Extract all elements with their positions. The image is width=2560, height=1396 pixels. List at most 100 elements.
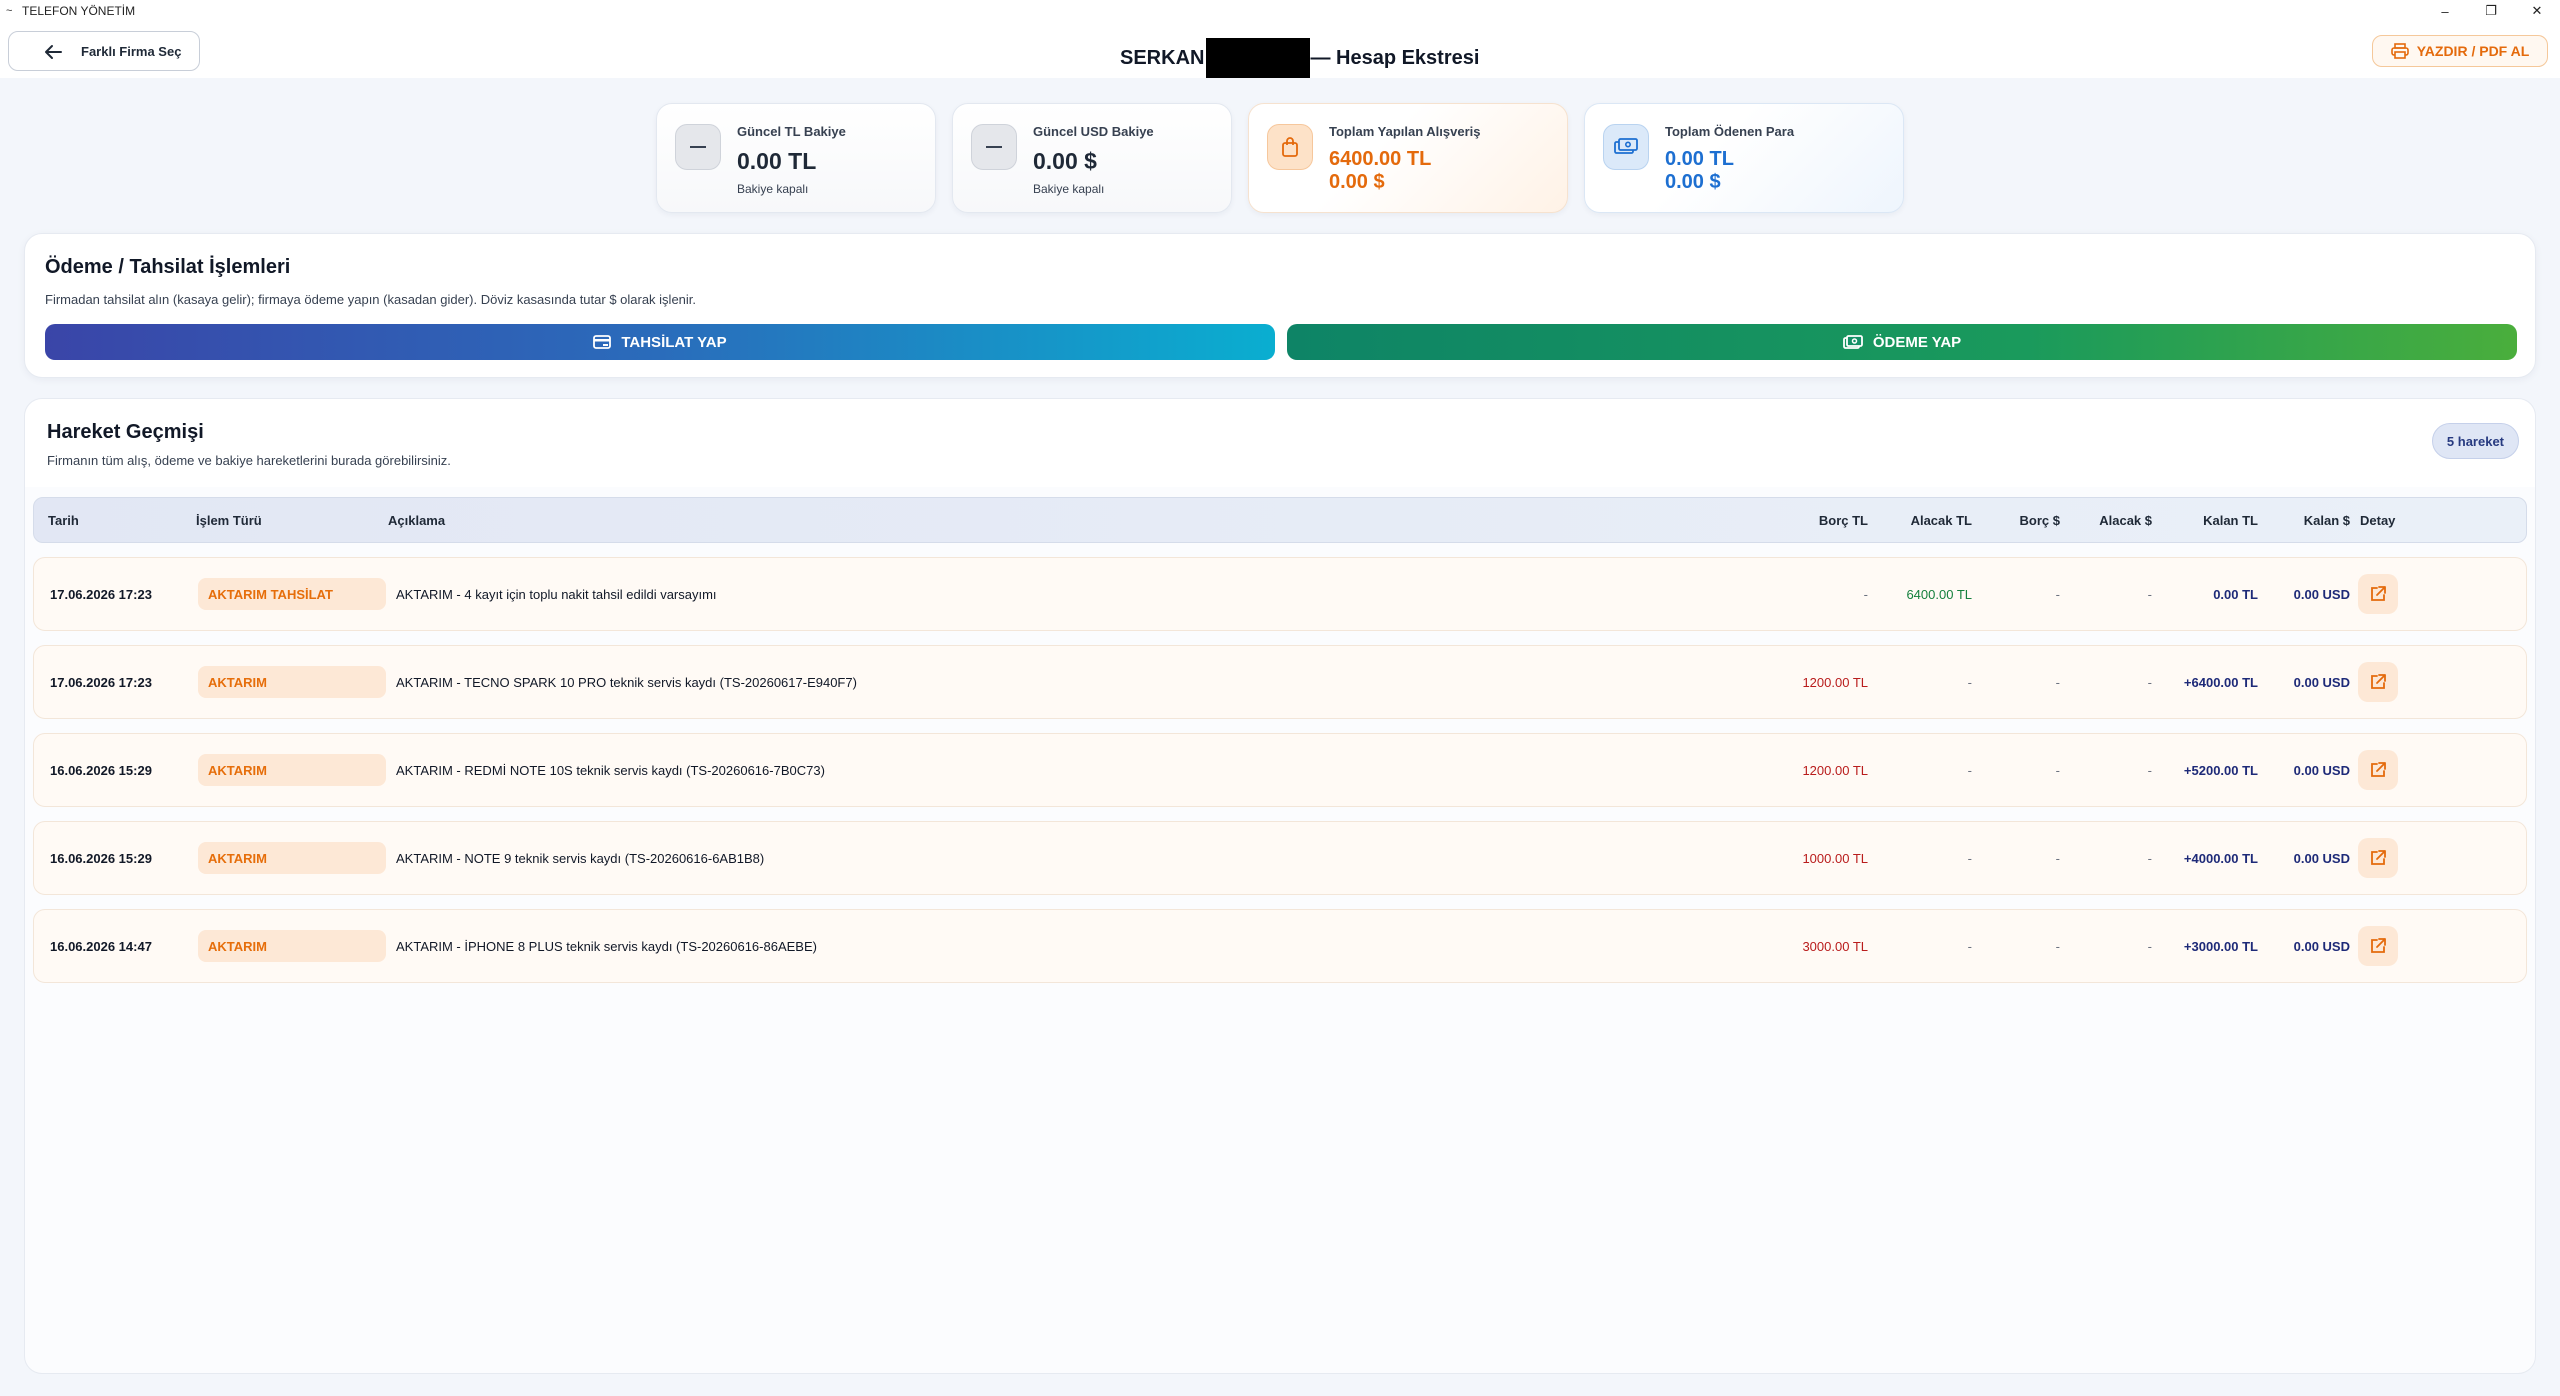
card-value-usd: 0.00 $ <box>1329 171 1385 193</box>
open-detail-icon[interactable] <box>2358 838 2398 878</box>
card-value: 0.00 TL <box>737 148 817 174</box>
payment-panel: Ödeme / Tahsilat İşlemleri Firmadan tahs… <box>24 233 2536 378</box>
col-header-date: Tarih <box>48 513 79 528</box>
row-kalan-tl: +3000.00 TL <box>2183 939 2258 954</box>
row-alacak-tl: - <box>1967 939 1972 954</box>
row-date: 17.06.2026 17:23 <box>50 675 152 690</box>
card-value-tl: 0.00 TL <box>1665 148 1734 170</box>
row-borc-usd: - <box>2055 763 2060 778</box>
card-total-purchase: Toplam Yapılan Alışveriş 6400.00 TL 0.00… <box>1248 103 1568 213</box>
row-kalan-tl: +5200.00 TL <box>2183 763 2258 778</box>
page-title-prefix: SERKAN <box>1120 46 1205 69</box>
table-header: Tarih İşlem Türü Açıklama Borç TL Alacak… <box>33 497 2527 543</box>
col-header-borc-tl: Borç TL <box>1818 513 1868 528</box>
window-title: TELEFON YÖNETİM <box>22 4 136 18</box>
minus-icon <box>971 124 1017 170</box>
open-detail-icon[interactable] <box>2358 662 2398 702</box>
row-kalan-usd: 0.00 USD <box>2293 675 2350 690</box>
row-kalan-usd: 0.00 USD <box>2293 939 2350 954</box>
row-borc-usd: - <box>2055 675 2060 690</box>
row-description: AKTARIM - 4 kayıt için toplu nakit tahsi… <box>396 587 717 602</box>
row-kalan-usd: 0.00 USD <box>2293 851 2350 866</box>
minus-icon <box>675 124 721 170</box>
card-total-paid: Toplam Ödenen Para 0.00 TL 0.00 $ <box>1584 103 1904 213</box>
row-alacak-usd: - <box>2147 763 2152 778</box>
row-alacak-usd: - <box>2147 851 2152 866</box>
row-kalan-tl: +4000.00 TL <box>2183 851 2258 866</box>
row-date: 16.06.2026 15:29 <box>50 763 152 778</box>
print-pdf-button[interactable]: YAZDIR / PDF AL <box>2372 35 2548 67</box>
movement-count-badge: 5 hareket <box>2431 423 2519 459</box>
row-kalan-tl: 0.00 TL <box>2213 587 2258 602</box>
history-header: Hareket Geçmişi Firmanın tüm alış, ödeme… <box>25 399 2535 487</box>
open-detail-icon[interactable] <box>2358 574 2398 614</box>
app-icon: ~ <box>6 5 13 17</box>
row-date: 17.06.2026 17:23 <box>50 587 152 602</box>
card-tl-balance: Güncel TL Bakiye 0.00 TL Bakiye kapalı <box>656 103 936 213</box>
row-alacak-usd: - <box>2147 675 2152 690</box>
row-borc-tl: 1200.00 TL <box>1802 763 1868 778</box>
history-panel: Hareket Geçmişi Firmanın tüm alış, ödeme… <box>24 398 2536 1374</box>
row-type-badge: AKTARIM TAHSİLAT <box>198 578 386 610</box>
printer-icon <box>2390 43 2409 59</box>
row-description: AKTARIM - İPHONE 8 PLUS teknik servis ka… <box>396 939 817 954</box>
col-header-borc-usd: Borç $ <box>2019 513 2060 528</box>
row-borc-usd: - <box>2055 939 2060 954</box>
card-sub: Bakiye kapalı <box>1033 182 1105 196</box>
table-row[interactable]: 16.06.2026 15:29 AKTARIM AKTARIM - REDMİ N… <box>33 733 2527 807</box>
make-payment-button[interactable]: ÖDEME YAP <box>1287 324 2517 360</box>
payment-title: Ödeme / Tahsilat İşlemleri <box>45 256 291 278</box>
payment-description: Firmadan tahsilat alın (kasaya gelir); f… <box>45 292 697 307</box>
row-borc-tl: 1000.00 TL <box>1802 851 1868 866</box>
print-button-label: YAZDIR / PDF AL <box>2416 43 2530 59</box>
card-label: Güncel USD Bakiye <box>1033 124 1154 139</box>
row-borc-usd: - <box>2055 587 2060 602</box>
row-alacak-usd: - <box>2147 587 2152 602</box>
card-value-usd: 0.00 $ <box>1665 171 1721 193</box>
row-borc-usd: - <box>2055 851 2060 866</box>
row-date: 16.06.2026 15:29 <box>50 851 152 866</box>
col-header-kalan-usd: Kalan $ <box>2303 513 2350 528</box>
payment-button-label: ÖDEME YAP <box>1872 333 1962 351</box>
redaction-box <box>1206 38 1311 78</box>
col-header-type: İşlem Türü <box>196 513 262 528</box>
close-icon[interactable]: ✕ <box>2514 0 2560 22</box>
money-icon <box>1603 124 1649 170</box>
row-kalan-tl: +6400.00 TL <box>2183 675 2258 690</box>
page-title-suffix: — Hesap Ekstresi <box>1310 46 1480 69</box>
row-description: AKTARIM - TECNO SPARK 10 PRO teknik serv… <box>396 675 857 690</box>
window-titlebar: ~ TELEFON YÖNETİM – ❐ ✕ <box>0 0 2560 22</box>
table-row[interactable]: 17.06.2026 17:23 AKTARIM AKTARIM - TECNO S… <box>33 645 2527 719</box>
row-type-badge: AKTARIM <box>198 666 386 698</box>
row-alacak-tl: - <box>1967 851 1972 866</box>
table-row[interactable]: 17.06.2026 17:23 AKTARIM TAHSİLAT AKTARIM … <box>33 557 2527 631</box>
cash-icon <box>1842 335 1863 349</box>
row-type-badge: AKTARIM <box>198 754 386 786</box>
table-row[interactable]: 16.06.2026 14:47 AKTARIM AKTARIM - İPHONE … <box>33 909 2527 983</box>
open-detail-icon[interactable] <box>2358 926 2398 966</box>
col-header-alacak-usd: Alacak $ <box>2099 513 2152 528</box>
arrow-left-icon <box>45 45 62 59</box>
row-description: AKTARIM - NOTE 9 teknik servis kaydı (TS… <box>396 851 765 866</box>
open-detail-icon[interactable] <box>2358 750 2398 790</box>
row-borc-tl: 1200.00 TL <box>1802 675 1868 690</box>
card-value: 0.00 $ <box>1033 148 1097 174</box>
maximize-icon[interactable]: ❐ <box>2468 0 2514 22</box>
card-sub: Bakiye kapalı <box>737 182 809 196</box>
row-borc-tl: - <box>1863 587 1868 602</box>
collect-payment-button[interactable]: TAHSİLAT YAP <box>45 324 1275 360</box>
row-kalan-usd: 0.00 USD <box>2293 587 2350 602</box>
row-alacak-tl: - <box>1967 675 1972 690</box>
row-type-badge: AKTARIM <box>198 930 386 962</box>
back-button[interactable]: Farklı Firma Seç <box>8 31 200 71</box>
row-kalan-usd: 0.00 USD <box>2293 763 2350 778</box>
col-header-desc: Açıklama <box>388 513 446 528</box>
col-header-alacak-tl: Alacak TL <box>1910 513 1972 528</box>
row-description: AKTARIM - REDMİ NOTE 10S teknik servis k… <box>396 763 825 778</box>
minimize-icon[interactable]: – <box>2422 0 2468 22</box>
shopping-bag-icon <box>1267 124 1313 170</box>
col-header-detail: Detay <box>2360 513 2396 528</box>
card-label: Toplam Yapılan Alışveriş <box>1329 124 1481 139</box>
table-row[interactable]: 16.06.2026 15:29 AKTARIM AKTARIM - NOTE 9 … <box>33 821 2527 895</box>
window-controls: – ❐ ✕ <box>2422 0 2560 22</box>
